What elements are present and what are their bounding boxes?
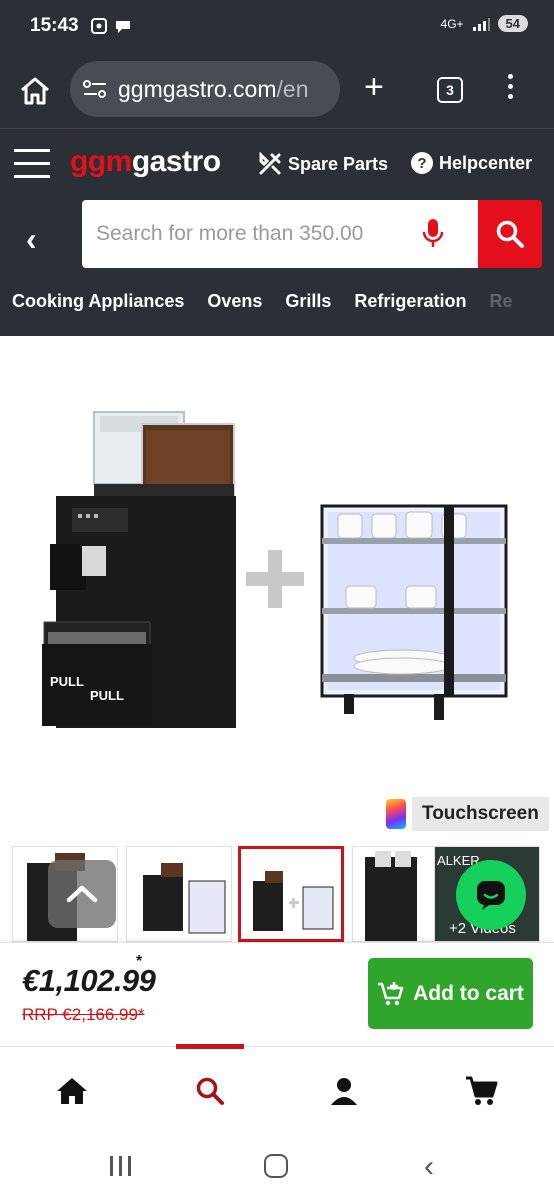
nav-cart[interactable]: [462, 1071, 502, 1111]
category-partial[interactable]: Re: [489, 291, 512, 312]
chat-bubble-icon: [116, 21, 130, 33]
cart-icon: [466, 1076, 498, 1105]
search-input[interactable]: [96, 222, 386, 246]
plus-sign-icon: [246, 550, 304, 608]
site-logo[interactable]: ggmgastro: [70, 145, 221, 179]
browser-menu-icon[interactable]: [508, 74, 513, 104]
browser-home-icon[interactable]: [18, 76, 52, 106]
pull-label-left: PULL: [50, 674, 84, 689]
status-bar: 15:43 4G+ 54: [0, 0, 554, 56]
touchscreen-badge: Touchscreen: [386, 797, 549, 831]
add-cart-icon: [378, 981, 404, 1005]
system-home-icon[interactable]: [264, 1154, 288, 1178]
help-icon: ?: [411, 152, 433, 174]
site-settings-icon[interactable]: [82, 78, 108, 100]
account-icon: [331, 1078, 357, 1105]
bottom-navigation: [0, 1044, 554, 1136]
url-path: /en: [276, 75, 309, 102]
chat-icon: [477, 881, 505, 910]
status-right: 4G+ 54: [441, 15, 528, 32]
cup-warmer-image: [320, 504, 508, 720]
add-to-cart-label: Add to cart: [413, 981, 524, 1005]
search-icon: [496, 220, 524, 248]
search-button[interactable]: [478, 200, 542, 268]
chat-button[interactable]: [456, 860, 526, 930]
category-cooking-appliances[interactable]: Cooking Appliances: [12, 291, 184, 312]
touchscreen-label: Touchscreen: [412, 797, 549, 831]
pull-label-right: PULL: [90, 688, 124, 703]
add-to-cart-button[interactable]: Add to cart: [368, 958, 533, 1029]
search-field[interactable]: [82, 200, 478, 268]
url-text[interactable]: ggmgastro.com/en: [118, 76, 309, 103]
site-header: ggmgastro Spare Parts ? Helpcenter ‹ Coo…: [0, 128, 554, 336]
thumbnail-2[interactable]: [126, 846, 232, 942]
category-grills[interactable]: Grills: [285, 291, 331, 312]
nav-search[interactable]: [190, 1071, 230, 1111]
product-image[interactable]: PULL PULL: [0, 336, 554, 792]
coffee-machine-image: PULL PULL: [42, 411, 236, 728]
price-asterisk: *: [136, 953, 143, 970]
thumbnail-image: [143, 863, 226, 934]
home-icon: [57, 1078, 87, 1104]
chevron-up-icon: [66, 885, 98, 903]
network-indicator: 4G+: [440, 16, 464, 31]
category-ovens[interactable]: Ovens: [207, 291, 262, 312]
battery-indicator: 54: [497, 15, 528, 32]
active-tab-indicator: [176, 1044, 244, 1049]
spare-parts-label: Spare Parts: [288, 153, 389, 174]
signal-icon: [472, 17, 490, 31]
helpcenter-link[interactable]: ? Helpcenter: [411, 152, 532, 174]
rrp-price: RRP €2,166.99*: [22, 1005, 145, 1024]
url-domain: ggmgastro.com: [118, 75, 277, 102]
tools-icon: [259, 152, 281, 175]
screenshot-icon: [91, 18, 107, 34]
status-notification-icons: [90, 17, 132, 35]
system-back-icon[interactable]: ‹: [424, 1150, 434, 1184]
thumbnail-image: [253, 871, 334, 931]
scroll-to-top-button[interactable]: [48, 860, 116, 928]
search-icon: [196, 1077, 224, 1105]
category-refrigeration[interactable]: Refrigeration: [354, 291, 466, 312]
touchscreen-icon: [386, 799, 406, 829]
price-bar: €1,102.99 * RRP €2,166.99* Add to cart: [0, 942, 554, 1046]
address-bar[interactable]: ggmgastro.com/en: [70, 61, 340, 117]
recent-apps-icon[interactable]: [110, 1156, 131, 1176]
helpcenter-label: Helpcenter: [439, 152, 533, 173]
logo-gastro: gastro: [131, 145, 221, 178]
tab-switcher-button[interactable]: 3: [437, 77, 463, 103]
hamburger-menu-icon[interactable]: [14, 149, 50, 188]
new-tab-icon[interactable]: +: [364, 70, 384, 104]
browser-toolbar: ggmgastro.com/en + 3: [0, 56, 554, 128]
status-time: 15:43: [30, 15, 79, 36]
thumbnail-3-selected[interactable]: [238, 846, 344, 942]
spare-parts-link[interactable]: Spare Parts: [258, 152, 388, 176]
system-navigation-bar: ‹: [0, 1136, 554, 1200]
back-chevron-icon[interactable]: ‹: [26, 221, 37, 258]
logo-ggm: ggm: [70, 145, 132, 178]
microphone-icon[interactable]: [422, 218, 444, 250]
nav-home[interactable]: [52, 1071, 92, 1111]
category-nav: Cooking Appliances Ovens Grills Refriger…: [12, 291, 512, 312]
nav-account[interactable]: [324, 1071, 364, 1111]
